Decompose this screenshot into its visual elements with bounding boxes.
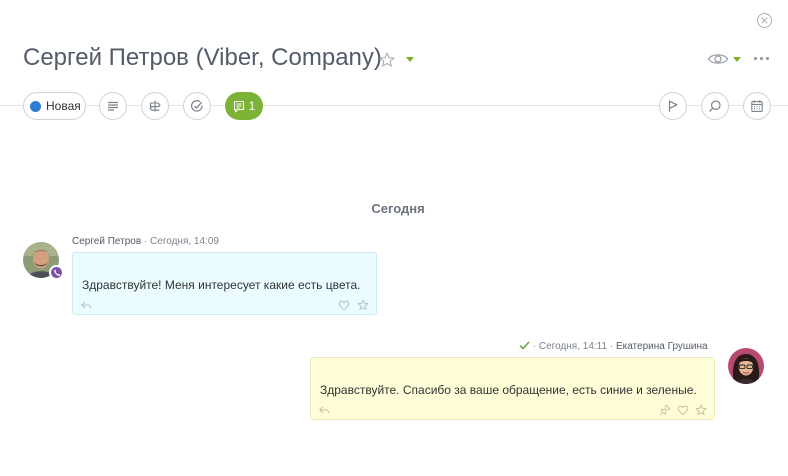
flag-icon	[668, 100, 678, 112]
message-text: Здравствуйте! Меня интересует какие есть…	[82, 278, 361, 292]
viber-badge	[49, 265, 64, 280]
chat-icon	[233, 100, 244, 112]
calendar-icon	[751, 100, 763, 112]
heart-icon[interactable]	[677, 404, 689, 416]
message-meta: · Сегодня, 14:11 · Екатерина Грушина	[519, 341, 708, 352]
pin-icon[interactable]	[659, 404, 671, 416]
avatar-image	[728, 348, 764, 384]
chat-button[interactable]: 1	[225, 92, 263, 120]
message-author[interactable]: Екатерина Грушина	[616, 341, 708, 352]
star-icon[interactable]	[695, 404, 707, 416]
watch-dropdown-caret[interactable]	[733, 57, 741, 62]
date-separator: Сегодня	[371, 201, 425, 216]
message-time: · Сегодня, 14:09	[143, 236, 219, 247]
close-icon	[761, 17, 768, 24]
message-author[interactable]: Сергей Петров	[72, 236, 141, 247]
list-icon	[108, 101, 118, 111]
search-icon	[709, 100, 721, 112]
close-button[interactable]	[757, 13, 772, 28]
status-button[interactable]: Новая	[23, 92, 86, 120]
calendar-button[interactable]	[743, 92, 771, 120]
eye-icon[interactable]	[707, 51, 729, 67]
star-icon[interactable]	[378, 51, 396, 69]
message-meta: Сергей Петров · Сегодня, 14:09	[72, 236, 219, 247]
flag-button[interactable]	[659, 92, 687, 120]
dot-icon	[754, 56, 757, 60]
dot-icon	[766, 56, 769, 60]
status-label: Новая	[46, 99, 81, 113]
message-time: · Сегодня, 14:11 ·	[532, 341, 614, 352]
chat-count: 1	[248, 99, 256, 113]
tasks-button[interactable]	[183, 92, 211, 120]
avatar	[728, 348, 764, 384]
delivered-check-icon	[519, 341, 530, 350]
reply-icon[interactable]	[80, 299, 92, 311]
phone-icon	[53, 269, 60, 276]
title-dropdown-caret[interactable]	[406, 57, 414, 62]
message-bubble: Здравствуйте. Спасибо за ваше обращение,…	[310, 357, 715, 420]
transfer-icon	[149, 100, 161, 112]
reply-icon[interactable]	[318, 404, 330, 416]
page-title: Сергей Петров (Viber, Company)	[23, 44, 382, 71]
dot-icon	[760, 56, 763, 60]
heart-icon[interactable]	[338, 299, 350, 311]
details-button[interactable]	[99, 92, 127, 120]
star-icon[interactable]	[357, 299, 369, 311]
search-button[interactable]	[701, 92, 729, 120]
transfer-button[interactable]	[141, 92, 169, 120]
checkmark-circle-icon	[191, 100, 203, 112]
message-text: Здравствуйте. Спасибо за ваше обращение,…	[320, 383, 697, 397]
status-indicator	[30, 100, 41, 112]
more-options-button[interactable]	[754, 53, 772, 63]
message-bubble: Здравствуйте! Меня интересует какие есть…	[72, 252, 377, 315]
